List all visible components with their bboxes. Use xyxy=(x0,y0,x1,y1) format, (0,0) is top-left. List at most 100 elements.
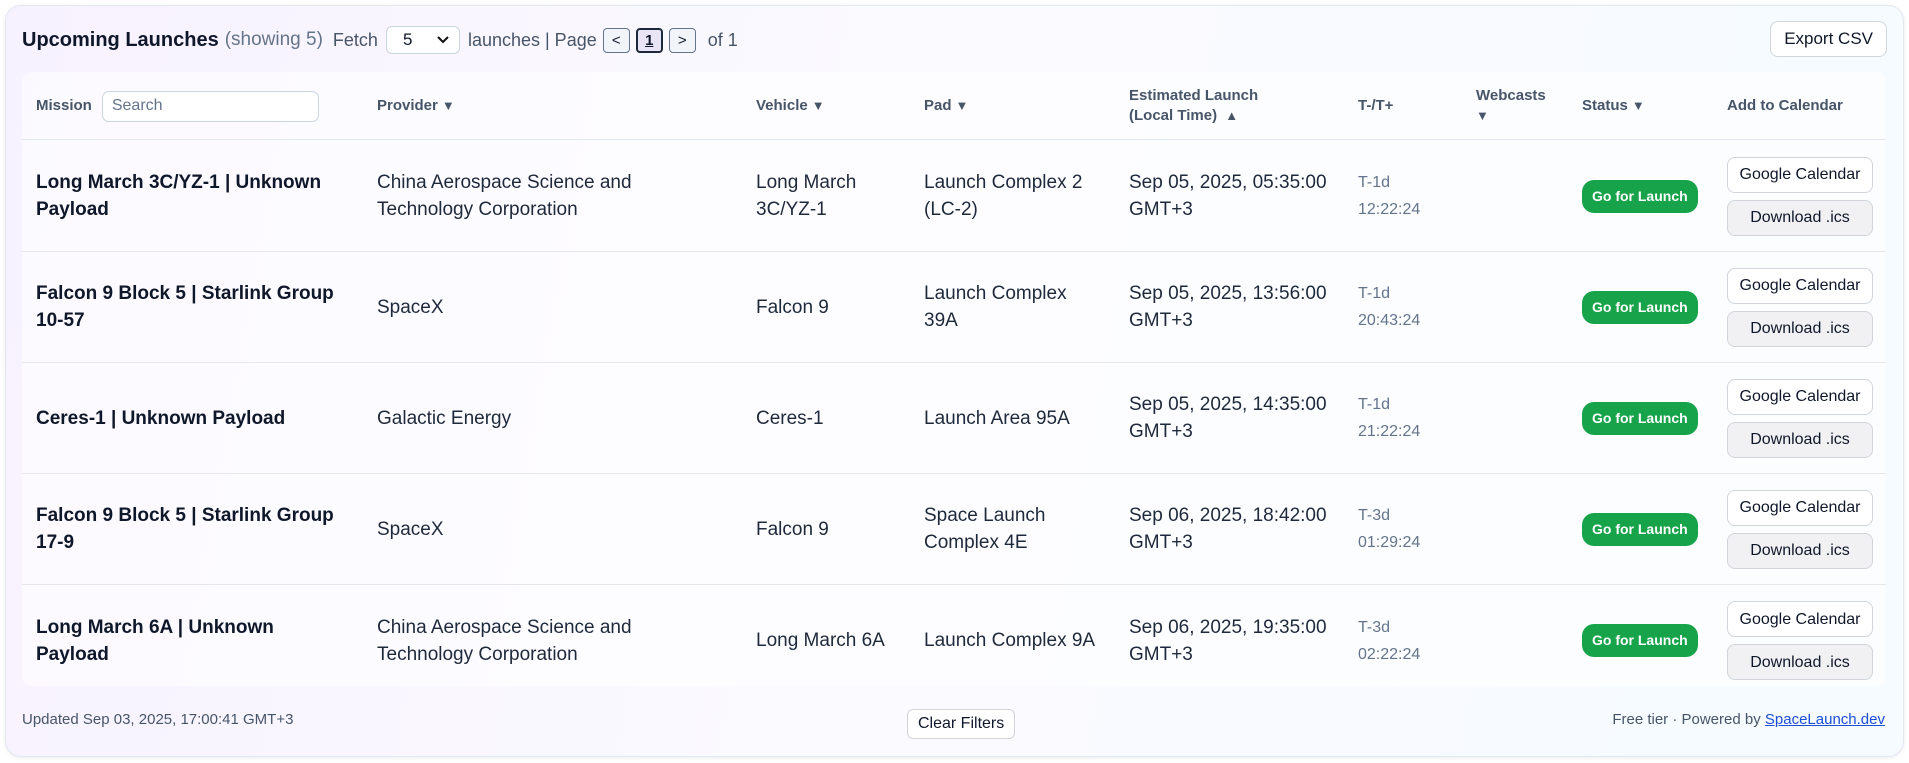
triangle-up-icon[interactable]: ▲ xyxy=(1225,108,1238,123)
launch-time-cell: Sep 06, 2025, 19:35:00 GMT+3 xyxy=(1129,616,1327,665)
mission-cell: Ceres-1 | Unknown Payload xyxy=(36,407,286,429)
pad-header[interactable]: Pad ▼ xyxy=(924,72,968,140)
webcasts-cell xyxy=(1476,252,1566,362)
vehicle-column-label: Vehicle xyxy=(756,97,808,114)
table-row: Falcon 9 Block 5 | Starlink Group 10-57 … xyxy=(22,252,1886,363)
vehicle-header[interactable]: Vehicle ▼ xyxy=(756,72,825,140)
download-ics-button[interactable]: Download .ics xyxy=(1727,644,1873,680)
tminus-days: T-1d xyxy=(1358,174,1391,191)
google-calendar-button[interactable]: Google Calendar xyxy=(1727,378,1873,415)
spacelaunch-link[interactable]: SpaceLaunch.dev xyxy=(1765,711,1885,728)
vehicle-cell: Long March 3C/YZ-1 xyxy=(756,172,857,220)
table-row: Ceres-1 | Unknown Payload Galactic Energ… xyxy=(22,363,1886,474)
pad-cell: Launch Complex 2 (LC-2) xyxy=(924,172,1083,220)
google-calendar-button[interactable]: Google Calendar xyxy=(1727,267,1873,304)
powered-by: Free tier · Powered by SpaceLaunch.dev xyxy=(1612,711,1885,728)
pad-cell: Launch Complex 9A xyxy=(924,630,1096,651)
mission-cell: Falcon 9 Block 5 | Starlink Group 10-57 xyxy=(36,283,334,331)
triangle-down-icon[interactable]: ▼ xyxy=(956,96,969,116)
status-header[interactable]: Status ▼ xyxy=(1582,72,1645,140)
tminus-days: T-3d xyxy=(1358,618,1391,636)
launch-time-cell: Sep 05, 2025, 05:35:00 GMT+3 xyxy=(1129,172,1327,220)
status-badge: Go for Launch xyxy=(1582,401,1698,435)
fetch-count-select[interactable]: 5 xyxy=(385,26,460,54)
launch-time-cell: Sep 05, 2025, 14:35:00 GMT+3 xyxy=(1129,394,1327,442)
calendar-cell: Google Calendar Download .ics xyxy=(1727,141,1873,251)
webcasts-cell xyxy=(1476,363,1566,473)
status-cell: Go for Launch xyxy=(1582,363,1698,473)
status-cell: Go for Launch xyxy=(1582,474,1698,584)
tminus-header: T-/T+ xyxy=(1358,72,1393,140)
pad-cell: Space Launch Complex 4E xyxy=(924,505,1046,553)
download-ics-button[interactable]: Download .ics xyxy=(1727,421,1873,458)
fetch-label: Fetch xyxy=(332,29,378,50)
triangle-down-icon[interactable]: ▼ xyxy=(812,96,825,116)
powered-by-prefix: Free tier · Powered by xyxy=(1612,711,1761,728)
next-page-button[interactable]: > xyxy=(668,27,696,53)
tminus-time: 02:22:24 xyxy=(1358,645,1421,663)
launch-time-cell: Sep 06, 2025, 18:42:00 GMT+3 xyxy=(1129,505,1327,553)
provider-header[interactable]: Provider ▼ xyxy=(377,72,455,140)
chevron-down-icon xyxy=(437,36,449,44)
mission-cell: Long March 6A | Unknown Payload xyxy=(36,616,274,665)
table-row: Long March 3C/YZ-1 | Unknown Payload Chi… xyxy=(22,141,1886,252)
status-badge: Go for Launch xyxy=(1582,624,1698,657)
page-total-label: of 1 xyxy=(707,29,738,50)
webcasts-header[interactable]: Webcasts ▼ xyxy=(1476,72,1556,140)
tminus-time: 01:29:24 xyxy=(1358,534,1421,551)
google-calendar-button[interactable]: Google Calendar xyxy=(1727,601,1873,637)
tminus-days: T-3d xyxy=(1358,507,1391,524)
tminus-days: T-1d xyxy=(1358,285,1391,302)
provider-cell: China Aerospace Science and Technology C… xyxy=(377,172,632,220)
mission-cell: Long March 3C/YZ-1 | Unknown Payload xyxy=(36,172,322,220)
prev-page-button[interactable]: < xyxy=(602,27,630,53)
download-ics-button[interactable]: Download .ics xyxy=(1727,199,1873,236)
pad-column-label: Pad xyxy=(924,97,952,114)
tminus-cell: T-3d 02:22:24 xyxy=(1358,585,1448,696)
vehicle-cell: Falcon 9 xyxy=(756,518,829,540)
fetch-count-value: 5 xyxy=(402,30,413,49)
vehicle-cell: Long March 6A xyxy=(756,630,885,651)
updated-timestamp: Updated Sep 03, 2025, 17:00:41 GMT+3 xyxy=(22,711,294,728)
provider-cell: Galactic Energy xyxy=(377,407,512,429)
provider-cell: SpaceX xyxy=(377,518,444,540)
status-badge: Go for Launch xyxy=(1582,179,1698,213)
provider-cell: China Aerospace Science and Technology C… xyxy=(377,616,632,665)
mission-column-label: Mission xyxy=(36,97,92,114)
google-calendar-button[interactable]: Google Calendar xyxy=(1727,156,1873,193)
status-cell: Go for Launch xyxy=(1582,252,1698,362)
download-ics-button[interactable]: Download .ics xyxy=(1727,532,1873,569)
status-cell: Go for Launch xyxy=(1582,141,1698,251)
download-ics-button[interactable]: Download .ics xyxy=(1727,310,1873,347)
pad-cell: Launch Area 95A xyxy=(924,407,1070,429)
tminus-days: T-1d xyxy=(1358,396,1391,413)
table-row: Long March 6A | Unknown Payload China Ae… xyxy=(22,585,1886,696)
status-cell: Go for Launch xyxy=(1582,585,1698,696)
tminus-column-label: T-/T+ xyxy=(1358,97,1394,114)
export-csv-button[interactable]: Export CSV xyxy=(1770,21,1887,57)
triangle-down-icon[interactable]: ▼ xyxy=(1632,96,1645,116)
current-page-button[interactable]: 1 xyxy=(635,27,663,53)
status-badge: Go for Launch xyxy=(1582,290,1698,324)
estimated-launch-header[interactable]: Estimated Launch (Local Time) ▲ xyxy=(1129,72,1304,140)
top-bar: Upcoming Launches (showing 5) Fetch 5 la… xyxy=(22,21,1887,58)
triangle-down-icon[interactable]: ▼ xyxy=(1476,108,1489,123)
calendar-cell: Google Calendar Download .ics xyxy=(1727,363,1873,473)
provider-cell: SpaceX xyxy=(377,296,444,318)
status-column-label: Status xyxy=(1582,97,1628,114)
google-calendar-button[interactable]: Google Calendar xyxy=(1727,489,1873,526)
pad-cell: Launch Complex 39A xyxy=(924,283,1067,331)
clear-filters-button[interactable]: Clear Filters xyxy=(907,709,1016,739)
add-to-calendar-header: Add to Calendar xyxy=(1727,72,1843,140)
vehicle-cell: Ceres-1 xyxy=(756,407,824,429)
mission-search-input[interactable] xyxy=(101,90,319,122)
webcasts-cell xyxy=(1476,474,1566,584)
add-to-calendar-column-label: Add to Calendar xyxy=(1727,97,1843,114)
triangle-down-icon[interactable]: ▼ xyxy=(442,96,455,116)
tminus-time: 12:22:24 xyxy=(1358,201,1421,218)
mission-cell: Falcon 9 Block 5 | Starlink Group 17-9 xyxy=(36,505,334,553)
webcasts-cell xyxy=(1476,585,1566,696)
tminus-cell: T-1d 12:22:24 xyxy=(1358,141,1448,251)
webcasts-cell xyxy=(1476,141,1566,251)
page-title: Upcoming Launches xyxy=(22,28,219,51)
